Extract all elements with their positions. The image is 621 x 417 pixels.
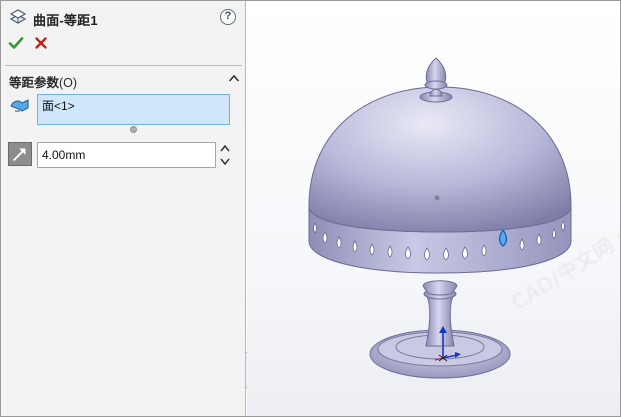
chevron-up-icon[interactable] [228,73,240,83]
help-button[interactable]: ? [220,9,236,25]
panel-header: 曲面-等距1 ? [1,1,246,33]
group-label: 等距参数 [9,76,60,90]
offset-distance-field[interactable] [37,142,216,168]
offset-surface-icon [9,9,27,24]
offset-parameters-group-header[interactable]: 等距参数(O) [9,72,77,91]
spin-up-icon[interactable] [220,144,230,153]
cancel-x-icon[interactable] [34,36,48,50]
property-manager-panel: 曲面-等距1 ? 等距参数(O) 面<1> [1,1,246,416]
cake-stand-model [308,57,572,379]
group-shortcut: (O) [59,76,78,90]
panel-title: 曲面-等距1 [33,13,98,28]
spin-down-icon[interactable] [220,157,230,166]
face-selection-icon [10,99,29,112]
ok-check-icon[interactable] [8,35,24,51]
offset-direction-icon[interactable] [8,142,32,166]
list-item[interactable]: 面<1> [42,97,75,114]
graphics-viewport[interactable]: CAD/中文网 www.cadzxw.com [247,1,620,416]
list-resize-handle[interactable] [130,126,137,133]
panel-divider [5,65,242,66]
faces-selection-list[interactable]: 面<1> [37,94,230,125]
